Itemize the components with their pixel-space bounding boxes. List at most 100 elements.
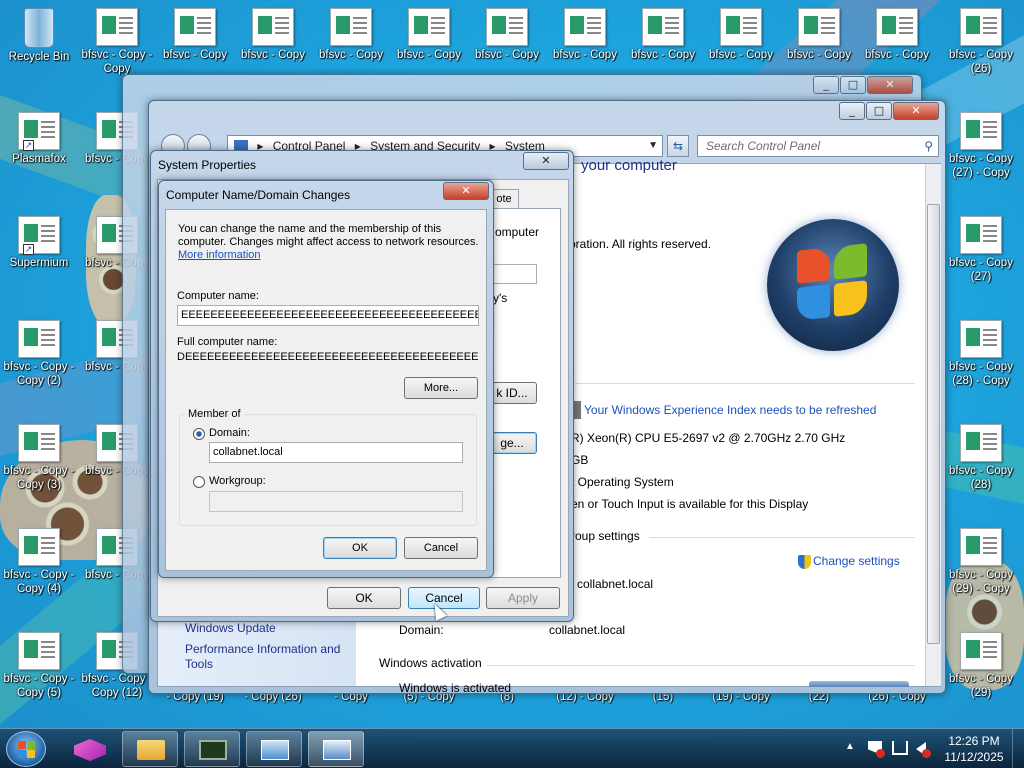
- sidebar-link-performance[interactable]: Performance Information and Tools: [185, 642, 349, 672]
- desktop-icon-label: bfsvc - Copy: [553, 49, 617, 61]
- desktop-icon[interactable]: bfsvc - Copy (29) - Copy: [944, 528, 1018, 596]
- desktop-icon[interactable]: bfsvc - Copy (28): [944, 424, 1018, 492]
- desktop-icon[interactable]: bfsvc - Copy: [704, 8, 778, 62]
- desktop-icon-recycle-bin[interactable]: Recycle Bin: [2, 8, 76, 64]
- windows-activation-heading: Windows activation: [379, 656, 482, 670]
- desktop-icon[interactable]: bfsvc - Copy - Copy (3): [2, 424, 76, 492]
- file-icon: [96, 8, 138, 46]
- clock-date[interactable]: 11/12/2025: [942, 750, 1006, 764]
- desktop-icon[interactable]: bfsvc - Copy - Copy (4): [2, 528, 76, 596]
- file-icon: [960, 112, 1002, 150]
- wei-link[interactable]: Your Windows Experience Index needs to b…: [584, 403, 876, 417]
- folder-icon: [137, 740, 165, 760]
- desktop-icon[interactable]: bfsvc - Copy: [626, 8, 700, 62]
- taskbar-cmd-button[interactable]: [184, 731, 240, 767]
- change-button[interactable]: ge...: [487, 432, 537, 454]
- file-icon: [174, 8, 216, 46]
- system-type-value: t Operating System: [571, 475, 674, 489]
- desktop-icon[interactable]: bfsvc - Copy - Copy (2): [2, 320, 76, 388]
- desktop-icon[interactable]: bfsvc - Copy: [782, 8, 856, 62]
- refresh-icon[interactable]: ⇆: [667, 135, 689, 157]
- network-icon[interactable]: [892, 741, 908, 755]
- workgroup-radio-label[interactable]: Workgroup:: [209, 475, 266, 487]
- scrollbar-thumb[interactable]: [927, 204, 940, 644]
- clock-time[interactable]: 12:26 PM: [946, 734, 1002, 748]
- desktop-icon[interactable]: bfsvc - Copy: [470, 8, 544, 62]
- workgroup-radio[interactable]: [193, 476, 205, 488]
- domain-value-top: collabnet.local: [577, 577, 654, 591]
- desktop-icon[interactable]: bfsvc - Copy - Copy (5): [2, 632, 76, 700]
- workgroup-input[interactable]: [209, 491, 463, 512]
- file-icon: [960, 528, 1002, 566]
- file-icon: [564, 8, 606, 46]
- computer-name-input[interactable]: EEEEEEEEEEEEEEEEEEEEEEEEEEEEEEEEEEEEEEEE…: [177, 305, 479, 326]
- taskbar-control-panel-button[interactable]: [246, 731, 302, 767]
- recycle-bin-icon: [24, 8, 54, 48]
- desktop-icon-label: bfsvc - Copy: [241, 49, 305, 61]
- file-icon: [798, 8, 840, 46]
- shortcut-arrow-icon: ↗: [23, 244, 34, 255]
- desktop-icon[interactable]: bfsvc - Copy (26): [944, 8, 1018, 76]
- taskbar-explorer-button[interactable]: [122, 731, 178, 767]
- taskbar-system-properties-button[interactable]: [308, 731, 364, 767]
- network-id-button[interactable]: k ID...: [487, 382, 537, 404]
- desktop-icon[interactable]: bfsvc - Copy: [158, 8, 232, 62]
- desktop-icon[interactable]: bfsvc - Copy: [392, 8, 466, 62]
- domain-radio-label[interactable]: Domain:: [209, 427, 250, 439]
- maximize-button[interactable]: □: [840, 76, 866, 94]
- desktop-icon[interactable]: ↗ Supermium: [2, 216, 76, 270]
- shortcut-arrow-icon: ↗: [23, 140, 34, 151]
- maximize-button[interactable]: □: [866, 102, 892, 120]
- domain-value: collabnet.local: [549, 623, 626, 637]
- domain-input[interactable]: collabnet.local: [209, 442, 463, 463]
- computer-icon: [323, 740, 351, 760]
- wei-icon: [573, 401, 581, 419]
- sidebar-link-windows-update[interactable]: Windows Update: [185, 621, 276, 635]
- cancel-button[interactable]: Cancel: [404, 537, 478, 559]
- more-button[interactable]: More...: [404, 377, 478, 399]
- desktop-icon[interactable]: ↗ Plasmafox: [2, 112, 76, 166]
- desktop-icon-label: bfsvc - Copy (28) - Copy: [949, 361, 1013, 387]
- cube-app-icon[interactable]: [74, 739, 106, 761]
- close-button[interactable]: ✕: [893, 102, 939, 120]
- file-icon: [960, 424, 1002, 462]
- desktop-icon[interactable]: bfsvc - Copy - Copy: [80, 8, 154, 76]
- show-hidden-icons[interactable]: ▲: [845, 741, 855, 752]
- desktop-icon[interactable]: bfsvc - Copy: [548, 8, 622, 62]
- start-button[interactable]: [6, 731, 46, 767]
- control-panel-icon: [261, 740, 289, 760]
- minimize-button[interactable]: _: [813, 76, 839, 94]
- desktop-icon[interactable]: bfsvc - Copy (27) - Copy: [944, 112, 1018, 180]
- cancel-button[interactable]: Cancel: [408, 587, 480, 609]
- desktop-icon[interactable]: bfsvc - Copy: [860, 8, 934, 62]
- computer-description-input[interactable]: [491, 264, 537, 284]
- desktop-icon-label: bfsvc - Copy - Copy (12): [81, 673, 153, 699]
- desktop-icon[interactable]: bfsvc - Copy (27): [944, 216, 1018, 284]
- close-button[interactable]: ✕: [523, 152, 569, 170]
- activation-status: Windows is activated: [399, 681, 512, 695]
- close-button[interactable]: ✕: [443, 182, 489, 200]
- ok-button[interactable]: OK: [327, 587, 401, 609]
- example-fragment: y's: [493, 291, 508, 305]
- computer-name-dialog[interactable]: Computer Name/Domain Changes ✕ You can c…: [158, 180, 494, 578]
- file-icon: [960, 632, 1002, 670]
- domain-radio[interactable]: [193, 428, 205, 440]
- apply-button[interactable]: Apply: [486, 587, 560, 609]
- minimize-button[interactable]: _: [839, 102, 865, 120]
- close-button[interactable]: ✕: [867, 76, 913, 94]
- ok-button[interactable]: OK: [323, 537, 397, 559]
- file-icon: [720, 8, 762, 46]
- vertical-scrollbar[interactable]: [925, 164, 941, 686]
- chevron-down-icon[interactable]: ▼: [648, 136, 658, 156]
- desktop-icon[interactable]: bfsvc - Copy (29): [944, 632, 1018, 700]
- change-settings-link[interactable]: Change settings: [813, 554, 900, 568]
- desktop-icon[interactable]: bfsvc - Copy: [236, 8, 310, 62]
- file-icon: [18, 528, 60, 566]
- desktop-icon[interactable]: bfsvc - Copy (28) - Copy: [944, 320, 1018, 388]
- more-information-link[interactable]: More information: [178, 249, 261, 261]
- file-icon: [330, 8, 372, 46]
- show-desktop-button[interactable]: [1012, 729, 1024, 768]
- search-icon[interactable]: ⚲: [924, 136, 933, 156]
- desktop-icon[interactable]: bfsvc - Copy: [314, 8, 388, 62]
- search-input[interactable]: Search Control Panel ⚲: [697, 135, 939, 157]
